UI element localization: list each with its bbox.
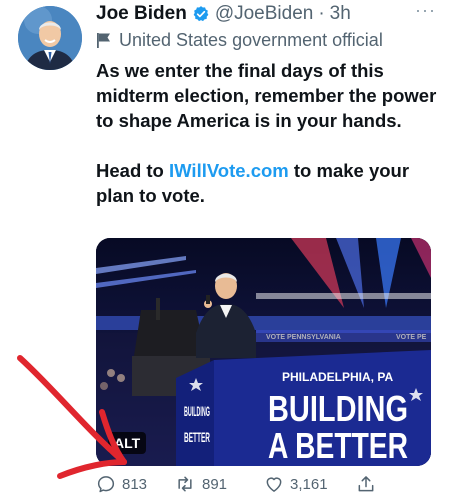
tweet-paragraph-1: As we enter the final days of this midte… bbox=[96, 60, 437, 131]
avatar[interactable] bbox=[18, 6, 82, 70]
vote-link[interactable]: IWillVote.com bbox=[169, 160, 289, 181]
left-sign-line-2: BETTER bbox=[184, 429, 210, 445]
reply-button[interactable]: 813 bbox=[96, 474, 174, 494]
flag-icon bbox=[97, 33, 110, 48]
sign-line-2: A BETTER bbox=[268, 425, 408, 466]
alt-badge[interactable]: ALT bbox=[108, 432, 147, 454]
left-sign-line-1: BUILDING bbox=[184, 403, 210, 419]
tweet-header: Joe Biden @JoeBiden · 3h bbox=[96, 2, 440, 26]
tweet-media-image[interactable]: VOTE PENNSYLVANIA VOTE PE PHILADELPHIA, … bbox=[96, 238, 431, 466]
share-icon bbox=[358, 476, 374, 492]
share-button[interactable] bbox=[356, 474, 376, 494]
author-name[interactable]: Joe Biden bbox=[96, 3, 187, 25]
retweet-icon bbox=[178, 476, 192, 492]
verified-badge-icon bbox=[192, 5, 210, 23]
time-separator: · bbox=[318, 3, 325, 24]
retweet-count: 891 bbox=[202, 475, 228, 493]
author-handle[interactable]: @JoeBiden bbox=[215, 3, 314, 25]
like-icon bbox=[266, 477, 282, 492]
tweet-text-prefix: Head to bbox=[96, 160, 169, 181]
like-count: 3,161 bbox=[290, 475, 328, 493]
reply-count: 813 bbox=[122, 475, 148, 493]
more-icon[interactable]: ··· bbox=[415, 0, 436, 21]
government-label: United States government official bbox=[96, 30, 383, 51]
tweet-paragraph-2: Head to IWillVote.com to make your plan … bbox=[96, 158, 440, 208]
government-label-text: United States government official bbox=[119, 30, 383, 50]
like-button[interactable]: 3,161 bbox=[264, 474, 356, 494]
reply-icon bbox=[97, 476, 115, 493]
tweet-text: As we enter the final days of this midte… bbox=[96, 58, 440, 208]
tweet-time[interactable]: 3h bbox=[330, 3, 351, 25]
sign-location: PHILADELPHIA, PA bbox=[282, 370, 393, 384]
tweet-actions: 813 891 3,161 bbox=[96, 470, 396, 498]
retweet-button[interactable]: 891 bbox=[174, 474, 264, 494]
sign-line-1: BUILDING bbox=[268, 388, 408, 429]
